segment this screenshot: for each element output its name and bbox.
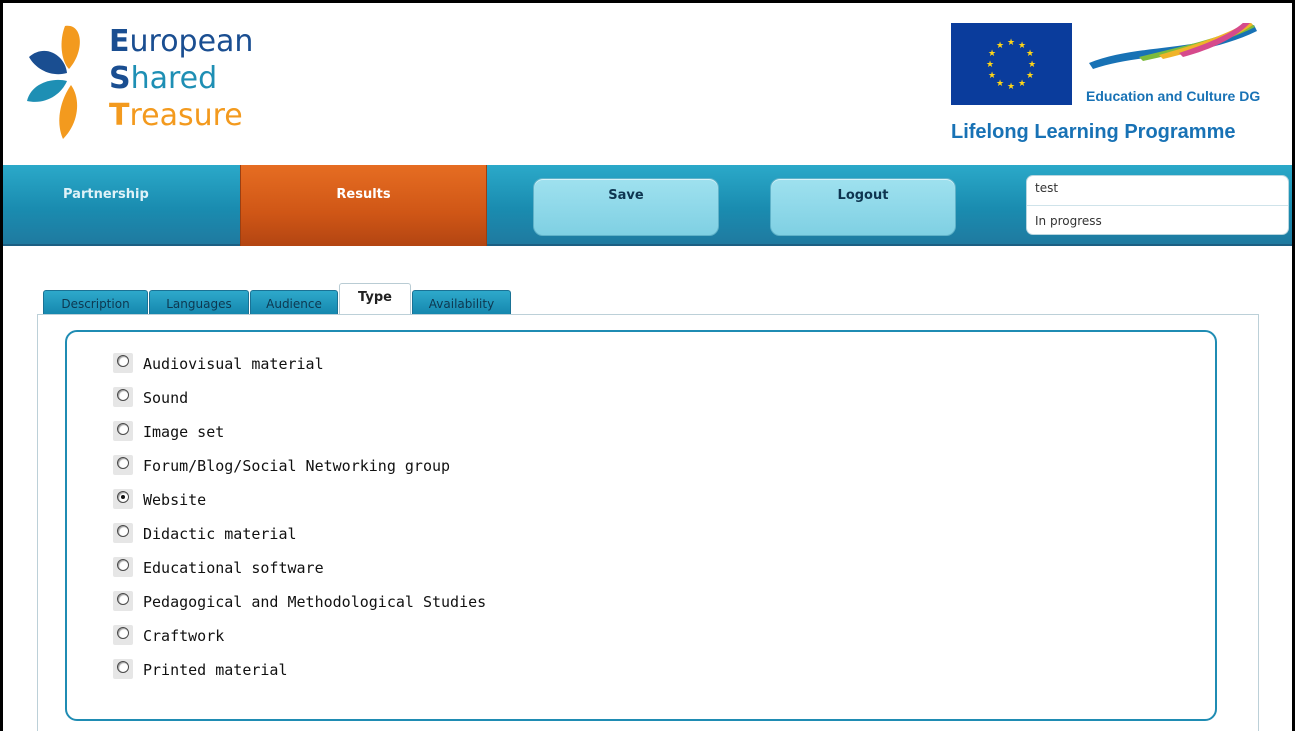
type-option-craftwork[interactable]: Craftwork	[113, 624, 486, 658]
type-option-sound[interactable]: Sound	[113, 386, 486, 420]
project-status: In progress	[1027, 205, 1288, 234]
svg-text:★: ★	[988, 49, 996, 59]
radio-button[interactable]	[117, 423, 129, 435]
logout-button[interactable]: Logout	[770, 178, 956, 236]
type-option-label: Sound	[143, 389, 189, 407]
type-option-label: Printed material	[143, 661, 288, 679]
nav-tab-results[interactable]: Results	[240, 165, 487, 246]
butterfly-logo-icon	[27, 25, 80, 139]
radio-button[interactable]	[117, 389, 129, 401]
logo-treasure: Treasure	[109, 98, 243, 133]
eu-flag-icon: ★ ★ ★ ★ ★ ★ ★ ★ ★ ★ ★ ★	[951, 23, 1072, 105]
type-option-label: Forum/Blog/Social Networking group	[143, 457, 451, 475]
tab-description[interactable]: Description	[43, 290, 148, 315]
radio-button[interactable]	[117, 525, 129, 537]
svg-text:★: ★	[996, 79, 1004, 89]
logo-shared: Shared	[109, 61, 218, 96]
svg-text:★: ★	[988, 71, 996, 81]
svg-text:★: ★	[1028, 60, 1036, 70]
svg-text:★: ★	[1026, 71, 1034, 81]
type-option-forum[interactable]: Forum/Blog/Social Networking group	[113, 454, 486, 488]
radio-button[interactable]	[117, 593, 129, 605]
tab-availability[interactable]: Availability	[412, 290, 511, 315]
swoosh-icon	[1089, 19, 1257, 69]
type-option-label: Image set	[143, 423, 225, 441]
svg-text:★: ★	[1026, 49, 1034, 59]
type-options-list: Audiovisual material Sound Image set For…	[113, 352, 486, 692]
svg-text:★: ★	[1007, 38, 1015, 48]
radio-button[interactable]	[117, 627, 129, 639]
logo-european: European	[109, 24, 254, 59]
type-option-label: Website	[143, 491, 207, 509]
project-status-box: test In progress	[1026, 175, 1289, 235]
svg-text:★: ★	[996, 41, 1004, 51]
page: European Shared Treasure ★ ★ ★ ★ ★ ★ ★ ★…	[0, 0, 1295, 731]
project-name: test	[1035, 181, 1059, 195]
type-panel: Audiovisual material Sound Image set For…	[65, 330, 1217, 721]
radio-button[interactable]	[117, 355, 129, 367]
svg-text:★: ★	[1018, 41, 1026, 51]
radio-button[interactable]	[117, 559, 129, 571]
radio-button-selected[interactable]	[117, 491, 129, 503]
radio-button[interactable]	[117, 457, 129, 469]
tab-languages[interactable]: Languages	[149, 290, 249, 315]
type-option-pedagogical[interactable]: Pedagogical and Methodological Studies	[113, 590, 486, 624]
type-option-label: Didactic material	[143, 525, 297, 543]
type-option-audiovisual[interactable]: Audiovisual material	[113, 352, 486, 386]
est-logo[interactable]: European Shared Treasure	[25, 21, 275, 146]
svg-text:★: ★	[1007, 82, 1015, 92]
type-option-image-set[interactable]: Image set	[113, 420, 486, 454]
type-option-label: Educational software	[143, 559, 324, 577]
svg-text:★: ★	[986, 60, 994, 70]
type-option-educational-software[interactable]: Educational software	[113, 556, 486, 590]
education-culture-dg-label: Education and Culture DG	[1086, 88, 1261, 104]
type-option-printed[interactable]: Printed material	[113, 658, 486, 692]
type-option-label: Pedagogical and Methodological Studies	[143, 593, 487, 611]
education-culture-logo	[1079, 19, 1259, 133]
lifelong-learning-programme-label: Lifelong Learning Programme	[951, 121, 1236, 143]
tab-audience[interactable]: Audience	[250, 290, 338, 315]
tab-content: Audiovisual material Sound Image set For…	[37, 314, 1259, 731]
header: European Shared Treasure ★ ★ ★ ★ ★ ★ ★ ★…	[3, 3, 1292, 165]
eu-stars: ★ ★ ★ ★ ★ ★ ★ ★ ★ ★ ★ ★	[986, 38, 1036, 92]
save-button[interactable]: Save	[533, 178, 719, 236]
tab-type[interactable]: Type	[339, 283, 411, 316]
logo-wordmark: European Shared Treasure	[109, 23, 253, 134]
type-option-website[interactable]: Website	[113, 488, 486, 522]
type-option-label: Audiovisual material	[143, 355, 324, 373]
type-option-label: Craftwork	[143, 627, 225, 645]
main-nav: Partnership Results Save Logout test In …	[3, 165, 1292, 246]
radio-button[interactable]	[117, 661, 129, 673]
nav-tab-partnership[interactable]: Partnership	[3, 165, 240, 246]
type-option-didactic[interactable]: Didactic material	[113, 522, 486, 556]
svg-text:★: ★	[1018, 79, 1026, 89]
